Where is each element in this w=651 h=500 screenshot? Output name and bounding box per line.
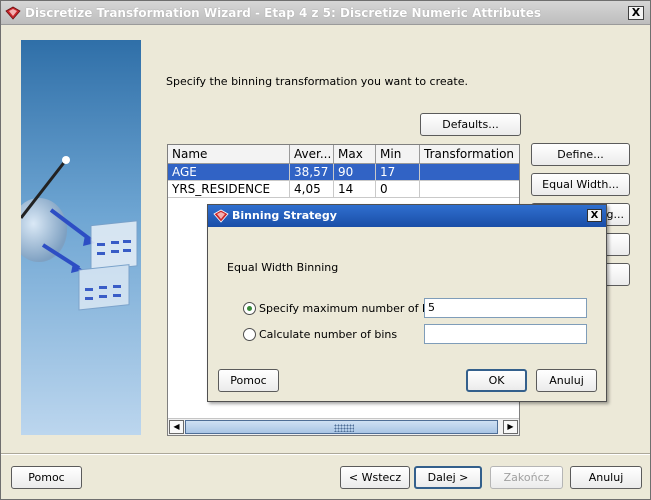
scroll-right-icon[interactable]: ▶	[503, 420, 518, 434]
wizard-side-illustration	[21, 40, 141, 435]
max-bins-radio[interactable]	[243, 302, 256, 315]
binning-strategy-dialog: Binning Strategy X Equal Width Binning S…	[207, 204, 607, 402]
calculate-bins-radio[interactable]	[243, 328, 256, 341]
equal-width-button[interactable]: Equal Width...	[531, 173, 630, 196]
defaults-button[interactable]: Defaults...	[420, 113, 521, 136]
max-bins-input[interactable]: 5	[424, 298, 587, 318]
oracle-app-icon	[5, 6, 21, 20]
window-close-button[interactable]: X	[628, 6, 644, 20]
column-header-name[interactable]: Name	[168, 145, 290, 164]
dialog-titlebar[interactable]: Binning Strategy X	[208, 205, 606, 227]
cell-transformation	[420, 164, 519, 181]
define-button[interactable]: Define...	[531, 143, 630, 166]
cell-max: 90	[334, 164, 376, 181]
column-header-min[interactable]: Min	[376, 145, 420, 164]
dialog-help-button[interactable]: Pomoc	[218, 369, 279, 392]
cell-min: 17	[376, 164, 420, 181]
column-header-max[interactable]: Max	[334, 145, 376, 164]
scroll-thumb[interactable]	[185, 420, 498, 434]
dialog-close-button[interactable]: X	[587, 209, 602, 222]
footer-separator	[1, 453, 650, 455]
cell-max: 14	[334, 181, 376, 198]
help-button[interactable]: Pomoc	[11, 466, 82, 489]
scroll-left-icon[interactable]: ◀	[169, 420, 184, 434]
horizontal-scrollbar[interactable]: ◀ ▶	[168, 418, 519, 435]
cell-average: 4,05	[290, 181, 334, 198]
finish-button[interactable]: Zakończ	[490, 466, 563, 489]
cell-name: AGE	[168, 164, 290, 181]
dialog-ok-button[interactable]: OK	[466, 369, 527, 392]
next-button[interactable]: Dalej >	[414, 466, 482, 489]
column-header-average[interactable]: Aver...	[290, 145, 334, 164]
column-header-transformation[interactable]: Transformation	[420, 145, 519, 164]
table-row[interactable]: AGE 38,57 90 17	[168, 164, 519, 181]
grip-icon	[334, 424, 354, 432]
calculate-bins-input[interactable]	[424, 324, 587, 344]
back-button[interactable]: < Wstecz	[340, 466, 410, 489]
window-title: Discretize Transformation Wizard - Etap …	[25, 6, 542, 20]
cell-transformation	[420, 181, 519, 198]
max-bins-label: Specify maximum number of bins	[259, 302, 445, 315]
cell-name: YRS_RESIDENCE	[168, 181, 290, 198]
table-row[interactable]: YRS_RESIDENCE 4,05 14 0	[168, 181, 519, 198]
dialog-heading: Equal Width Binning	[227, 261, 339, 274]
cell-average: 38,57	[290, 164, 334, 181]
table-header: Name Aver... Max Min Transformation	[168, 145, 519, 164]
oracle-app-icon	[213, 209, 229, 223]
instruction-text: Specify the binning transformation you w…	[166, 75, 468, 88]
dialog-title: Binning Strategy	[232, 209, 337, 222]
cell-min: 0	[376, 181, 420, 198]
dialog-cancel-button[interactable]: Anuluj	[536, 369, 597, 392]
wizard-window: Discretize Transformation Wizard - Etap …	[0, 0, 651, 500]
calculate-bins-label: Calculate number of bins	[259, 328, 398, 341]
window-titlebar[interactable]: Discretize Transformation Wizard - Etap …	[1, 1, 650, 25]
cancel-button[interactable]: Anuluj	[570, 466, 642, 489]
